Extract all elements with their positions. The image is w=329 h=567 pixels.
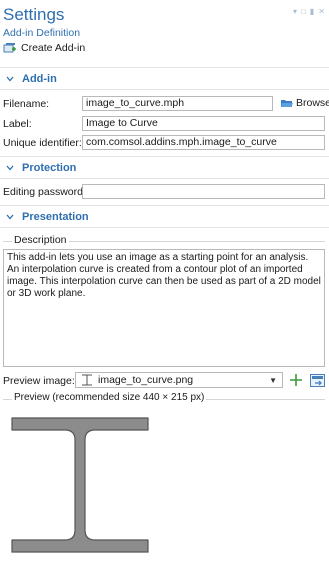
description-textarea[interactable]: This add-in lets you use an image as a s…	[3, 249, 325, 367]
browse-label: Browse	[296, 97, 329, 109]
preview-group-title: Preview (recommended size 440 × 215 px)	[12, 392, 207, 403]
dropdown-arrow-icon: ▼	[269, 375, 277, 385]
section-addin-header[interactable]: Add-in	[0, 70, 329, 88]
divider	[0, 89, 329, 90]
text-cursor-icon	[82, 374, 92, 386]
load-image-icon[interactable]	[310, 374, 325, 387]
page-title: Settings	[3, 5, 65, 24]
section-addin-title: Add-in	[22, 73, 57, 85]
preview-image-select[interactable]: image_to_curve.png ▼	[75, 372, 283, 388]
editing-password-field[interactable]	[82, 184, 325, 199]
add-icon[interactable]	[289, 373, 303, 387]
page-subtitle: Add-in Definition	[3, 27, 81, 39]
section-presentation-header[interactable]: Presentation	[0, 208, 329, 226]
label-label: Label:	[3, 118, 32, 130]
filename-label: Filename:	[3, 98, 50, 110]
browse-button[interactable]: Browse	[281, 97, 329, 109]
divider	[0, 205, 329, 206]
chevron-down-icon	[6, 165, 14, 171]
create-addin-button[interactable]: Create Add-in	[3, 42, 85, 54]
window-controls: ▾ □ ▮ ✕	[293, 7, 325, 16]
restore-icon[interactable]: □	[301, 7, 306, 16]
section-protection-header[interactable]: Protection	[0, 159, 329, 177]
i-beam-shape	[11, 417, 149, 553]
unique-identifier-label: Unique identifier:	[3, 137, 82, 149]
pin-icon[interactable]: ▮	[310, 7, 314, 16]
create-addin-label: Create Add-in	[21, 42, 86, 54]
preview-image	[11, 417, 149, 553]
preview-image-label: Preview image:	[3, 375, 75, 387]
divider	[0, 67, 329, 68]
chevron-down-icon[interactable]: ▾	[293, 7, 297, 16]
editing-password-label: Editing password:	[3, 186, 86, 198]
chevron-down-icon	[6, 76, 14, 82]
divider	[0, 227, 329, 228]
chevron-down-icon	[6, 214, 14, 220]
unique-identifier-field[interactable]: com.comsol.addins.mph.image_to_curve	[82, 135, 325, 150]
preview-image-value: image_to_curve.png	[98, 374, 194, 386]
folder-icon	[281, 99, 293, 107]
description-group-title: Description	[12, 234, 69, 246]
divider	[0, 156, 329, 157]
create-addin-icon	[3, 43, 16, 53]
section-presentation-title: Presentation	[22, 211, 89, 223]
label-field[interactable]: Image to Curve	[82, 116, 325, 131]
section-protection-title: Protection	[22, 162, 77, 174]
close-icon[interactable]: ✕	[318, 7, 325, 16]
divider	[0, 178, 329, 179]
filename-field[interactable]: image_to_curve.mph	[82, 96, 273, 111]
